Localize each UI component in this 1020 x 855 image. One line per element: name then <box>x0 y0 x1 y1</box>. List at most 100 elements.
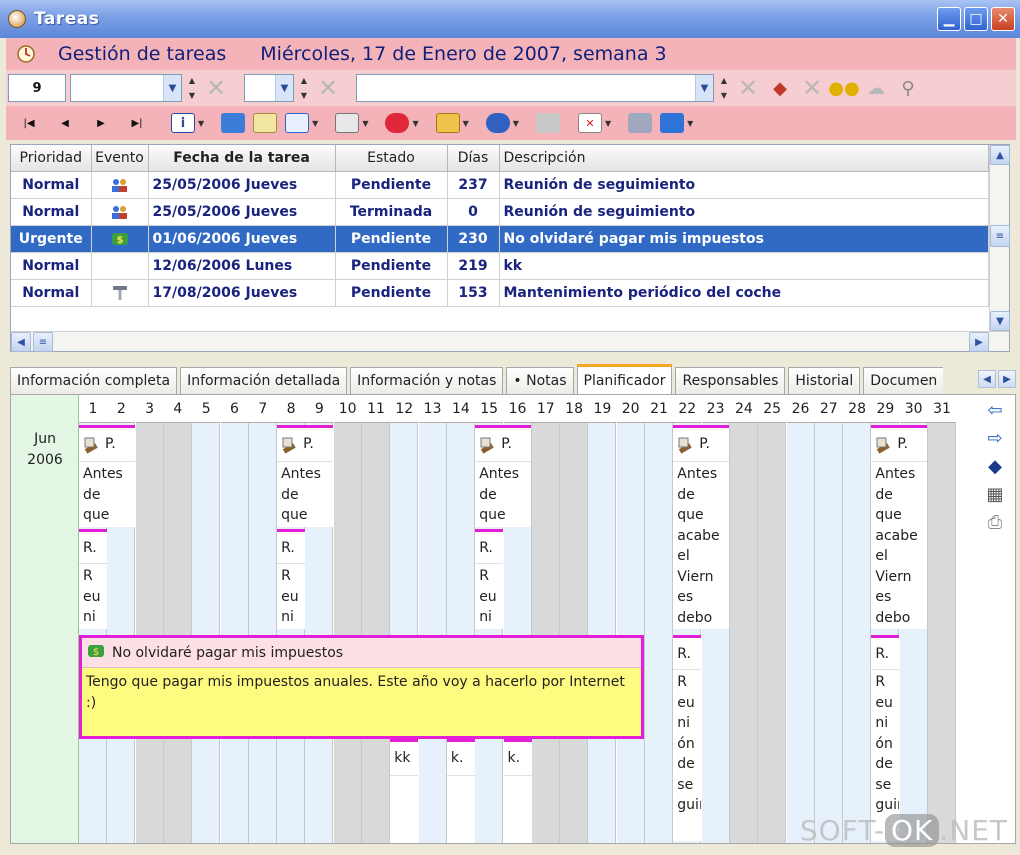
scroll-thumb[interactable]: ≡ <box>990 225 1010 247</box>
printer-icon[interactable]: ⎙ <box>988 513 1002 533</box>
palette-icon[interactable]: ◆ <box>766 74 794 102</box>
tab-informacion-completa[interactable]: Información completa <box>10 367 178 394</box>
first-record-button[interactable]: |◀ <box>12 109 46 137</box>
tab-informacion-y-notas[interactable]: Información y notas <box>350 367 504 394</box>
day-column[interactable]: 13 <box>418 395 447 843</box>
horizontal-scrollbar[interactable]: ◀ ≡ ▶ <box>11 331 1009 352</box>
day-column[interactable]: 26 <box>786 395 815 843</box>
day-column[interactable]: 4 <box>163 395 192 843</box>
arrow-right-icon[interactable]: ⇨ <box>987 429 1002 449</box>
info-button[interactable]: i <box>168 109 198 137</box>
last-record-button[interactable]: ▶| <box>120 109 154 137</box>
kk-card-body[interactable] <box>446 775 475 843</box>
meeting-card-body[interactable]: R eu ni <box>79 563 107 629</box>
grid-button[interactable] <box>533 109 563 137</box>
folder-button[interactable] <box>433 109 463 137</box>
meeting-card-body[interactable]: R eu ni <box>277 563 306 629</box>
meeting-card-header[interactable]: R. <box>277 529 306 565</box>
meeting-card-header[interactable]: R. <box>871 635 900 671</box>
kk-card-header[interactable]: k. <box>446 739 475 775</box>
event-spinner[interactable]: ▲ ▼ <box>298 74 310 102</box>
kk-card-body[interactable] <box>390 775 419 843</box>
maintenance-card-header[interactable]: P. <box>475 425 532 461</box>
column-header-status[interactable]: Estado <box>335 145 448 172</box>
next-record-button[interactable]: ▶ <box>84 109 118 137</box>
scroll-down-button[interactable]: ▼ <box>990 311 1010 331</box>
column-header-description[interactable]: Descripción <box>499 145 989 172</box>
minimize-button[interactable]: ▁ <box>937 7 961 31</box>
arrow-left-icon[interactable]: ⇦ <box>987 401 1002 421</box>
monitor-button[interactable] <box>218 109 248 137</box>
column-header-event[interactable]: Evento <box>91 145 149 172</box>
maintenance-card-body[interactable]: Antes de que <box>475 461 532 527</box>
tab-informacion-detallada[interactable]: Información detallada <box>180 367 348 394</box>
maximize-button[interactable]: □ <box>964 7 988 31</box>
day-column[interactable]: 18 <box>560 395 589 843</box>
maintenance-card-header[interactable]: P. <box>871 425 928 461</box>
delete-button[interactable]: ✕ <box>575 109 605 137</box>
previous-record-button[interactable]: ◀ <box>48 109 82 137</box>
maintenance-card-header[interactable]: P. <box>277 425 334 461</box>
close-button[interactable]: ✕ <box>991 7 1015 31</box>
tab-responsables[interactable]: Responsables <box>675 367 786 394</box>
kk-card-header[interactable]: k. <box>503 739 532 775</box>
meeting-card-body[interactable]: R eu ni ón de se guim <box>673 669 702 841</box>
kk-card-body[interactable] <box>503 775 532 843</box>
add-dropdown[interactable]: ▼ <box>312 119 318 128</box>
day-column[interactable]: 11 <box>362 395 390 843</box>
chevron-down-icon[interactable]: ▼ <box>695 75 713 101</box>
table-row[interactable]: Normal 17/08/2006 Jueves Pendiente 153 M… <box>11 279 989 307</box>
clear-event-button[interactable]: ✕ <box>314 74 342 102</box>
day-column[interactable]: 7 <box>248 395 277 843</box>
column-header-date[interactable]: Fecha de la tarea <box>148 145 336 172</box>
chevron-down-icon[interactable]: ▼ <box>275 75 293 101</box>
tab-historial[interactable]: Historial <box>788 367 861 394</box>
refresh-dropdown[interactable]: ▼ <box>687 119 693 128</box>
day-column[interactable]: 21 <box>645 395 673 843</box>
table-row-selected[interactable]: Urgente $ 01/06/2006 Jueves Pendiente 23… <box>11 225 989 253</box>
day-column[interactable]: 28 <box>843 395 872 843</box>
chevron-down-icon[interactable]: ▼ <box>163 75 181 101</box>
add-button[interactable] <box>282 109 312 137</box>
day-column[interactable]: 10 <box>333 395 362 843</box>
meeting-card-body[interactable]: R eu ni <box>475 563 504 629</box>
clear-priority-button[interactable]: ✕ <box>202 74 230 102</box>
vertical-scrollbar[interactable]: ▲ ≡ ▼ <box>989 145 1010 331</box>
maintenance-card-header[interactable]: P. <box>673 425 730 461</box>
magnifier-icon[interactable]: ⚲ <box>894 74 922 102</box>
refresh-button[interactable] <box>657 109 687 137</box>
day-column[interactable]: 31 <box>928 395 956 843</box>
table-row[interactable]: Normal 12/06/2006 Lunes Pendiente 219 kk <box>11 252 989 280</box>
tab-notas[interactable]: • Notas <box>506 367 574 394</box>
layers-icon[interactable]: ◆ <box>988 457 1002 477</box>
scroll-right-button[interactable]: ▶ <box>969 332 989 352</box>
day-column[interactable]: 19 <box>588 395 617 843</box>
maintenance-card-body[interactable]: Antes de que <box>79 461 135 527</box>
scroll-up-button[interactable]: ▲ <box>990 145 1010 165</box>
event-filter-combo[interactable]: ▼ <box>244 74 294 102</box>
export-button[interactable] <box>483 109 513 137</box>
scroll-left-button[interactable]: ◀ <box>11 332 31 352</box>
edit-button[interactable] <box>250 109 280 137</box>
maintenance-card-body[interactable]: Antes de que acabe el Viern es debo <box>871 461 928 629</box>
urgent-task-card[interactable]: $ No olvidaré pagar mis impuestos Tengo … <box>79 635 644 739</box>
day-column[interactable]: 27 <box>814 395 843 843</box>
copy-dropdown[interactable]: ▼ <box>362 119 368 128</box>
day-column[interactable]: 25 <box>758 395 787 843</box>
print-button[interactable] <box>625 109 655 137</box>
day-column[interactable]: 17 <box>531 395 560 843</box>
tab-scroll-left-button[interactable]: ◀ <box>978 370 996 388</box>
description-spinner[interactable]: ▲ ▼ <box>718 74 730 102</box>
clear-filter-button[interactable]: ✕ <box>798 74 826 102</box>
delete-dropdown[interactable]: ▼ <box>605 119 611 128</box>
maintenance-card-header[interactable]: P. <box>79 425 135 461</box>
description-filter-combo[interactable]: ▼ <box>356 74 714 102</box>
cloud-icon[interactable]: ☁ <box>862 74 890 102</box>
tab-scroll-right-button[interactable]: ▶ <box>998 370 1016 388</box>
meeting-card-header[interactable]: R. <box>475 529 504 565</box>
priority-spinner[interactable]: ▲ ▼ <box>186 74 198 102</box>
priority-filter-combo[interactable]: ▼ <box>70 74 182 102</box>
copy-button[interactable] <box>332 109 362 137</box>
table-row[interactable]: Normal 25/05/2006 Jueves Terminada 0 Reu… <box>11 198 989 226</box>
tab-documentos[interactable]: Documen <box>863 367 944 394</box>
